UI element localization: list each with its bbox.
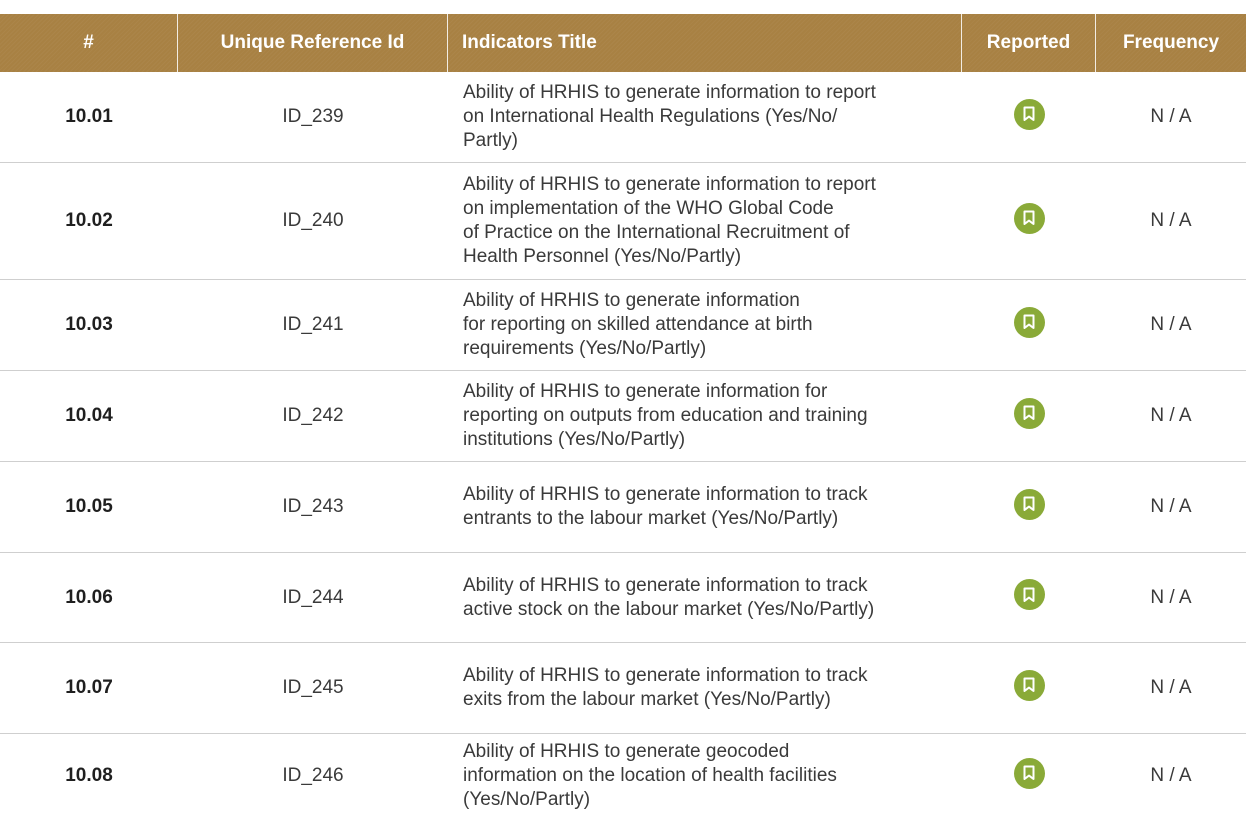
indicator-title-line: requirements (Yes/No/Partly)	[463, 338, 707, 359]
table-row: 10.06 ID_244 Ability of HRHIS to generate …	[0, 553, 1246, 643]
indicator-title-line: Health Personnel (Yes/No/Partly)	[463, 246, 742, 267]
row-reference-id: ID_239	[282, 106, 344, 127]
row-number: 10.06	[65, 586, 113, 608]
indicator-title-line: on International Health Regulations (Yes…	[463, 106, 838, 127]
indicator-title-line: Ability of HRHIS to generate information…	[463, 174, 876, 195]
row-indicator-title: Ability of HRHIS to generate geocoded inf…	[463, 734, 963, 818]
row-reported	[962, 462, 1096, 552]
header-num[interactable]: #	[0, 14, 178, 72]
row-reported	[962, 734, 1096, 818]
row-frequency: N / A	[1150, 106, 1192, 127]
row-frequency: N / A	[1150, 677, 1192, 698]
table-row: 10.01 ID_239 Ability of HRHIS to generate …	[0, 72, 1246, 163]
header-unique-reference-id[interactable]: Unique Reference Id	[178, 14, 448, 72]
indicator-title-line: entrants to the labour market (Yes/No/Pa…	[463, 508, 839, 529]
row-reference-id: ID_246	[282, 765, 344, 786]
bookmark-icon[interactable]	[1013, 98, 1045, 130]
row-reference-id: ID_245	[282, 677, 344, 698]
indicator-title-line: Ability of HRHIS to generate information	[463, 290, 800, 311]
bookmark-icon[interactable]	[1013, 579, 1045, 610]
indicator-title-line: Partly)	[463, 130, 518, 151]
row-reported	[962, 72, 1096, 162]
indicator-title-line: reporting on outputs from education and …	[463, 405, 868, 426]
row-reference-id: ID_240	[282, 210, 344, 231]
row-indicator-title: Ability of HRHIS to generate information…	[463, 462, 963, 552]
indicator-title-line: exits from the labour market (Yes/No/Par…	[463, 689, 831, 710]
row-reference-id: ID_242	[282, 405, 344, 426]
row-reported	[962, 280, 1096, 370]
bookmark-icon[interactable]	[1013, 202, 1045, 234]
row-frequency: N / A	[1150, 496, 1192, 517]
bookmark-icon[interactable]	[1013, 306, 1045, 338]
table-row: 10.08 ID_246 Ability of HRHIS to generate …	[0, 734, 1246, 818]
bookmark-icon[interactable]	[1013, 669, 1045, 701]
row-reported	[962, 553, 1096, 642]
row-number: 10.02	[65, 210, 113, 231]
indicator-title-line: on implementation of the WHO Global Code	[463, 198, 834, 219]
row-number: 10.04	[65, 405, 113, 426]
indicator-title-line: Ability of HRHIS to generate information…	[463, 484, 868, 505]
header-indicators-title[interactable]: Indicators Title	[448, 14, 962, 72]
table-row: 10.04 ID_242 Ability of HRHIS to generate …	[0, 371, 1246, 462]
row-number: 10.03	[65, 314, 113, 335]
bookmark-icon[interactable]	[1013, 397, 1045, 429]
header-frequency[interactable]: Frequency	[1096, 14, 1246, 72]
indicator-title-line: active stock on the labour market (Yes/N…	[463, 598, 875, 620]
row-number: 10.08	[65, 765, 113, 786]
indicator-title-line: Ability of HRHIS to generate information…	[463, 381, 828, 402]
indicator-title-line: Ability of HRHIS to generate information…	[463, 82, 876, 103]
indicator-title-line: institutions (Yes/No/Partly)	[463, 429, 686, 450]
row-frequency: N / A	[1150, 586, 1192, 608]
row-indicator-title: Ability of HRHIS to generate information…	[463, 643, 963, 733]
indicator-title-line: information on the location of health fa…	[463, 765, 837, 786]
table-row: 10.07 ID_245 Ability of HRHIS to generate …	[0, 643, 1246, 734]
bookmark-icon[interactable]	[1013, 757, 1045, 789]
row-reported	[962, 643, 1096, 733]
row-number: 10.07	[65, 677, 113, 698]
row-number: 10.01	[65, 106, 113, 127]
table-row: 10.02 ID_240 Ability of HRHIS to generate …	[0, 163, 1246, 280]
row-indicator-title: Ability of HRHIS to generate information…	[463, 163, 963, 279]
table-row: 10.03 ID_241 Ability of HRHIS to generate …	[0, 280, 1246, 371]
bookmark-icon[interactable]	[1013, 488, 1045, 520]
row-frequency: N / A	[1150, 765, 1192, 786]
indicator-title-line: Ability of HRHIS to generate geocoded	[463, 741, 790, 762]
row-reference-id: ID_241	[282, 314, 344, 335]
row-reported	[962, 163, 1096, 279]
header-reported[interactable]: Reported	[962, 14, 1096, 72]
row-number: 10.05	[65, 496, 113, 517]
row-frequency: N / A	[1150, 314, 1192, 335]
indicator-title-line: Ability of HRHIS to generate information…	[463, 574, 868, 596]
row-reference-id: ID_244	[282, 586, 344, 608]
table-row: 10.05 ID_243 Ability of HRHIS to generate …	[0, 462, 1246, 553]
indicator-title-line: for reporting on skilled attendance at b…	[463, 314, 813, 335]
indicator-title-line: of Practice on the International Recruit…	[463, 222, 850, 243]
row-reported	[962, 371, 1096, 461]
row-reference-id: ID_243	[282, 496, 344, 517]
row-indicator-title: Ability of HRHIS to generate information…	[463, 280, 963, 370]
row-frequency: N / A	[1150, 210, 1192, 231]
table-header: # Unique Reference Id Indicators Title R…	[0, 14, 1246, 72]
row-indicator-title: Ability of HRHIS to generate information…	[463, 371, 963, 461]
indicator-title-line: Ability of HRHIS to generate information…	[463, 665, 868, 686]
row-indicator-title: Ability of HRHIS to generate information…	[463, 553, 963, 642]
row-frequency: N / A	[1150, 405, 1192, 426]
indicator-title-line: (Yes/No/Partly)	[463, 789, 591, 810]
row-indicator-title: Ability of HRHIS to generate information…	[463, 72, 963, 162]
